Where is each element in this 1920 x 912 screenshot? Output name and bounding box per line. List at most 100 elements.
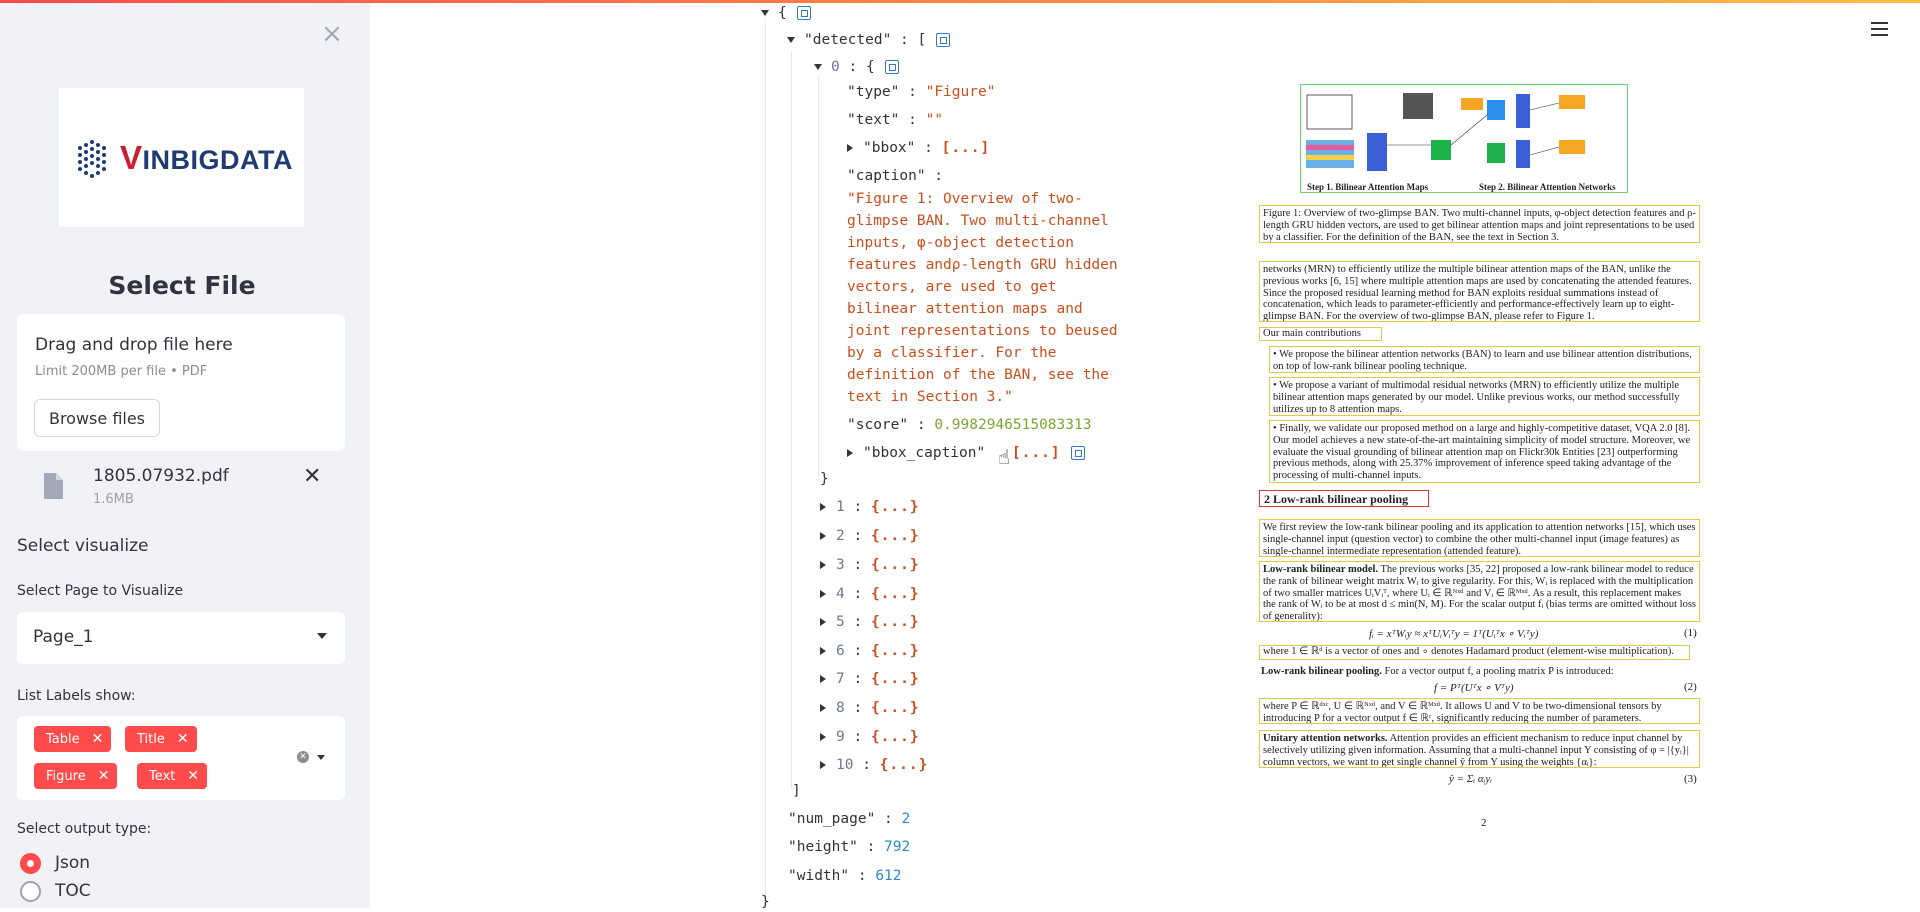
expand-icon[interactable] [820, 675, 826, 683]
json-root-close: } [761, 894, 770, 910]
tag-label: Title [137, 731, 165, 747]
expand-icon[interactable] [820, 761, 826, 769]
text-box-bullet-1: • We propose the bilinear attention netw… [1269, 346, 1700, 373]
chevron-down-icon [317, 633, 327, 639]
labels-multiselect[interactable]: Table ✕ Title ✕ Figure ✕ Text ✕ ✕ [17, 716, 345, 800]
uploaded-file: 1805.07932.pdf 1.6MB ✕ [17, 458, 345, 514]
equation-1-number: (1) [1684, 627, 1697, 639]
tag-label: Text [149, 768, 176, 784]
collapse-icon[interactable] [761, 10, 769, 16]
text-box-para4: where 1 ∈ ℝᵈ is a vector of ones and ∘ d… [1259, 645, 1690, 660]
json-item: 10 : {...} [820, 755, 928, 775]
sidebar: × VINBIGDATA Select File Drag and drop f… [0, 3, 370, 908]
json-item-0-close: } [820, 471, 829, 487]
logo-wordmark: VINBIGDATA [120, 138, 293, 176]
json-caption-key: "caption" : [847, 168, 944, 184]
text-box-para7: Unitary attention networks. Attention pr… [1259, 730, 1700, 768]
text-box-para1: networks (MRN) to efficiently utilize th… [1259, 261, 1700, 322]
close-icon[interactable]: ✕ [177, 731, 189, 747]
equation-3: ŷ = Σᵢ αᵢyᵢ [1449, 773, 1492, 785]
output-radio-json[interactable]: Json [20, 852, 90, 874]
figure-diagram [1306, 93, 1585, 171]
tag-label: Figure [46, 768, 86, 784]
file-name: 1805.07932.pdf [93, 466, 229, 486]
json-caption-value: "Figure 1: Overview of two- glimpse BAN.… [847, 191, 1118, 405]
page-number: 2 [1481, 817, 1487, 829]
file-dropzone[interactable]: Drag and drop file here Limit 200MB per … [17, 314, 345, 451]
copy-icon[interactable] [1070, 446, 1085, 460]
cube-logo-icon [78, 139, 106, 178]
expand-icon[interactable] [820, 618, 826, 626]
label-tag-title[interactable]: Title ✕ [125, 726, 197, 752]
radio-selected-icon[interactable] [20, 852, 41, 874]
expand-icon[interactable] [820, 704, 826, 712]
collapse-icon[interactable] [787, 37, 795, 43]
json-bbox: "bbox" : [...] [847, 138, 990, 158]
collapse-icon[interactable] [814, 64, 822, 70]
copy-icon[interactable] [796, 6, 811, 20]
json-item: 2 : {...} [820, 526, 920, 546]
text-box-contrib-title: Our main contributions are: [1259, 327, 1382, 341]
figure-step1-label: Step 1. Bilinear Attention Maps [1307, 182, 1429, 192]
expand-icon[interactable] [820, 561, 826, 569]
hamburger-menu-icon[interactable] [1871, 22, 1888, 36]
file-size: 1.6MB [93, 492, 134, 507]
figure-step2-label: Step 2. Bilinear Attention Networks [1479, 182, 1616, 192]
output-radio-toc[interactable]: TOC [20, 880, 91, 902]
title-box-section2: 2 Low-rank bilinear pooling [1259, 490, 1429, 507]
json-item: 6 : {...} [820, 641, 920, 661]
json-item-0: 0 : { [814, 57, 899, 77]
expand-icon[interactable] [820, 733, 826, 741]
equation-3-number: (3) [1684, 773, 1697, 785]
json-item: 1 : {...} [820, 497, 920, 517]
json-item: 5 : {...} [820, 612, 920, 632]
json-score: "score" : 0.9982946515083313 [847, 417, 1092, 433]
equation-1: fᵢ = xᵀWᵢy ≈ xᵀUᵢVᵢᵀy = 1ᵀ(Uᵢᵀx ∘ Vᵢᵀy) [1369, 628, 1539, 640]
json-detected-close: ] [792, 783, 801, 799]
close-icon[interactable]: ✕ [92, 731, 104, 747]
json-item: 8 : {...} [820, 698, 920, 718]
close-icon[interactable]: ✕ [187, 768, 199, 784]
json-width: "width" : 612 [788, 868, 902, 884]
expand-icon[interactable] [847, 144, 853, 152]
text-box-para6: where P ∈ ℝᵈˣᶜ, U ∈ ℝᴺˣᵈ, and V ∈ ℝᴹˣᵈ. … [1259, 698, 1700, 724]
browse-files-button[interactable]: Browse files [34, 399, 160, 437]
clear-all-icon[interactable]: ✕ [297, 751, 309, 763]
json-height: "height" : 792 [788, 839, 911, 855]
json-detected: "detected" : [ [787, 30, 951, 50]
text-box-figure-caption: Figure 1: Overview of two-glimpse BAN. T… [1259, 205, 1700, 243]
page-select-label: Select Page to Visualize [17, 583, 184, 599]
page-select[interactable]: Page_1 [17, 612, 345, 664]
equation-2: f = Pᵀ(Uᵀx ∘ Vᵀy) [1434, 682, 1514, 694]
close-icon[interactable]: × [319, 21, 345, 47]
vinbigdata-logo: VINBIGDATA [59, 88, 304, 227]
copy-icon[interactable] [884, 60, 899, 74]
radio-icon[interactable] [20, 880, 41, 902]
figure-box: Step 1. Bilinear Attention Maps Step 2. … [1300, 84, 1628, 193]
label-tag-table[interactable]: Table ✕ [34, 726, 112, 752]
tag-label: Table [46, 731, 80, 747]
text-box-para2: We first review the low-rank bilinear po… [1259, 519, 1700, 557]
chevron-down-icon[interactable] [317, 755, 325, 760]
expand-icon[interactable] [820, 503, 826, 511]
expand-icon[interactable] [847, 449, 853, 457]
select-file-title: Select File [108, 271, 256, 300]
text-box-bullet-3: • Finally, we validate our proposed meth… [1269, 420, 1700, 483]
expand-icon[interactable] [820, 532, 826, 540]
json-item: 7 : {...} [820, 669, 920, 689]
radio-label: TOC [55, 881, 91, 901]
page-select-value: Page_1 [33, 627, 94, 647]
expand-icon[interactable] [820, 647, 826, 655]
json-item: 9 : {...} [820, 727, 920, 747]
label-tag-figure[interactable]: Figure ✕ [34, 763, 118, 789]
remove-file-icon[interactable]: ✕ [303, 464, 321, 489]
dropzone-limit: Limit 200MB per file • PDF [35, 364, 208, 379]
json-root: { [761, 3, 811, 23]
dropzone-title: Drag and drop file here [35, 335, 233, 355]
close-icon[interactable]: ✕ [98, 768, 110, 784]
json-type: "type" : "Figure" [847, 84, 996, 100]
copy-icon[interactable] [936, 33, 951, 47]
expand-icon[interactable] [820, 590, 826, 598]
label-tag-text[interactable]: Text ✕ [137, 763, 208, 789]
select-visualize-heading: Select visualize [17, 536, 149, 556]
